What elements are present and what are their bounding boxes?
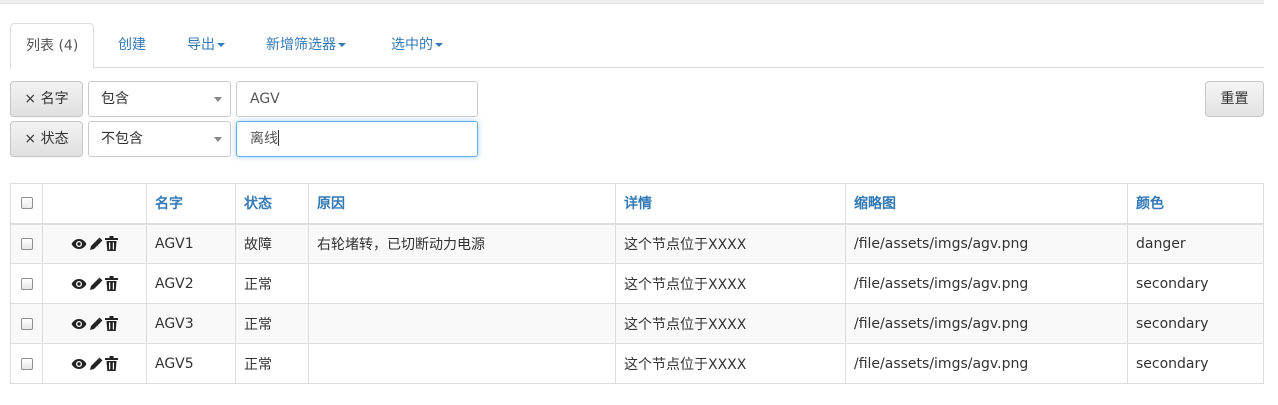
pencil-icon[interactable] — [89, 357, 103, 371]
cell-thumbnail: /file/assets/imgs/agv.png — [845, 343, 1128, 384]
cell-reason — [308, 343, 616, 384]
cell-status: 正常 — [235, 343, 309, 384]
col-header-status[interactable]: 状态 — [235, 183, 309, 225]
filter-name-value-input[interactable]: AGV — [236, 81, 478, 117]
filter-status-value-input[interactable]: 离线 — [236, 121, 478, 157]
col-header-name[interactable]: 名字 — [146, 183, 236, 225]
cell-color: danger — [1127, 223, 1264, 264]
pencil-icon[interactable] — [89, 317, 103, 331]
tab-list[interactable]: 列表 (4) — [10, 23, 95, 69]
eye-icon[interactable] — [71, 238, 87, 250]
row-actions — [42, 303, 147, 344]
cell-status: 正常 — [235, 263, 309, 304]
tab-selected[interactable]: 选中的 — [391, 23, 443, 68]
cell-thumbnail: /file/assets/imgs/agv.png — [845, 263, 1128, 304]
cell-status: 故障 — [235, 223, 309, 264]
caret-down-icon — [435, 43, 443, 47]
select-all-checkbox[interactable] — [20, 197, 33, 210]
reset-button[interactable]: 重置 — [1205, 81, 1264, 117]
pencil-icon[interactable] — [89, 277, 103, 291]
cell-reason: 右轮堵转，已切断动力电源 — [308, 223, 616, 264]
nav-tabs: 列表 (4) 创建 导出 新增筛选器 选中的 — [10, 23, 1264, 69]
row-checkbox[interactable] — [20, 237, 33, 250]
cell-detail: 这个节点位于XXXX — [615, 343, 846, 384]
top-rule — [0, 0, 1264, 4]
cell-reason — [308, 263, 616, 304]
dropdown-arrow-icon — [214, 97, 222, 102]
cell-detail: 这个节点位于XXXX — [615, 223, 846, 264]
trash-icon[interactable] — [105, 236, 118, 252]
tab-selected-label: 选中的 — [391, 37, 433, 53]
cell-reason — [308, 303, 616, 344]
data-table: 名字 状态 原因 详情 缩略图 颜色 AGV1 故障 右轮堵转，已切断动力电源 这个节… — [10, 183, 1264, 384]
dropdown-arrow-icon — [214, 137, 222, 142]
filter-status-value-text: 离线 — [250, 131, 278, 147]
cell-name: AGV5 — [146, 343, 236, 384]
table-header-row: 名字 状态 原因 详情 缩略图 颜色 — [10, 183, 1264, 225]
actions-header — [42, 183, 147, 225]
row-select-cell — [10, 263, 43, 304]
row-select-cell — [10, 303, 43, 344]
tab-export-label: 导出 — [187, 37, 215, 53]
tab-add-filter-label: 新增筛选器 — [266, 37, 336, 53]
trash-icon[interactable] — [105, 276, 118, 291]
filter-name-operator-select[interactable]: 包含 — [88, 81, 231, 117]
text-cursor — [278, 130, 279, 146]
caret-down-icon — [338, 43, 346, 47]
row-checkbox[interactable] — [20, 277, 33, 290]
row-checkbox[interactable] — [20, 317, 33, 330]
row-actions — [42, 223, 147, 264]
filter-name-value-text: AGV — [250, 91, 280, 107]
cell-name: AGV3 — [146, 303, 236, 344]
col-header-color[interactable]: 颜色 — [1127, 183, 1264, 225]
table-row: AGV3 正常 这个节点位于XXXX/file/assets/imgs/agv.pn… — [10, 303, 1264, 344]
row-select-cell — [10, 223, 43, 264]
cell-detail: 这个节点位于XXXX — [615, 303, 846, 344]
tab-export[interactable]: 导出 — [187, 23, 225, 68]
cell-thumbnail: /file/assets/imgs/agv.png — [845, 303, 1128, 344]
select-all-header — [10, 183, 43, 225]
cell-status: 正常 — [235, 303, 309, 344]
remove-filter-status-button[interactable]: × 状态 — [10, 121, 83, 157]
cell-color: secondary — [1127, 303, 1264, 344]
caret-down-icon — [217, 43, 225, 47]
table-row: AGV5 正常 这个节点位于XXXX/file/assets/imgs/agv.pn… — [10, 343, 1264, 384]
row-actions — [42, 263, 147, 304]
cell-color: secondary — [1127, 263, 1264, 304]
cell-color: secondary — [1127, 343, 1264, 384]
remove-filter-name-button[interactable]: × 名字 — [10, 81, 83, 117]
eye-icon[interactable] — [71, 318, 87, 330]
table-row: AGV1 故障 右轮堵转，已切断动力电源 这个节点位于XXXX/file/assets… — [10, 223, 1264, 264]
cell-name: AGV1 — [146, 223, 236, 264]
eye-icon[interactable] — [71, 358, 87, 370]
col-header-detail[interactable]: 详情 — [615, 183, 846, 225]
filter-name-operator-value: 包含 — [101, 91, 129, 107]
tab-add-filter[interactable]: 新增筛选器 — [266, 23, 346, 68]
col-header-reason[interactable]: 原因 — [308, 183, 616, 225]
eye-icon[interactable] — [71, 278, 87, 290]
col-header-thumbnail[interactable]: 缩略图 — [845, 183, 1128, 225]
table-row: AGV2 正常 这个节点位于XXXX/file/assets/imgs/agv.pn… — [10, 263, 1264, 304]
filter-status-operator-value: 不包含 — [101, 131, 143, 147]
pencil-icon[interactable] — [89, 237, 103, 251]
trash-icon[interactable] — [105, 356, 118, 371]
filter-status-operator-select[interactable]: 不包含 — [88, 121, 231, 157]
row-actions — [42, 343, 147, 384]
cell-thumbnail: /file/assets/imgs/agv.png — [845, 223, 1128, 264]
trash-icon[interactable] — [105, 316, 118, 331]
cell-name: AGV2 — [146, 263, 236, 304]
tab-create[interactable]: 创建 — [118, 23, 146, 68]
row-select-cell — [10, 343, 43, 384]
cell-detail: 这个节点位于XXXX — [615, 263, 846, 304]
row-checkbox[interactable] — [20, 357, 33, 370]
